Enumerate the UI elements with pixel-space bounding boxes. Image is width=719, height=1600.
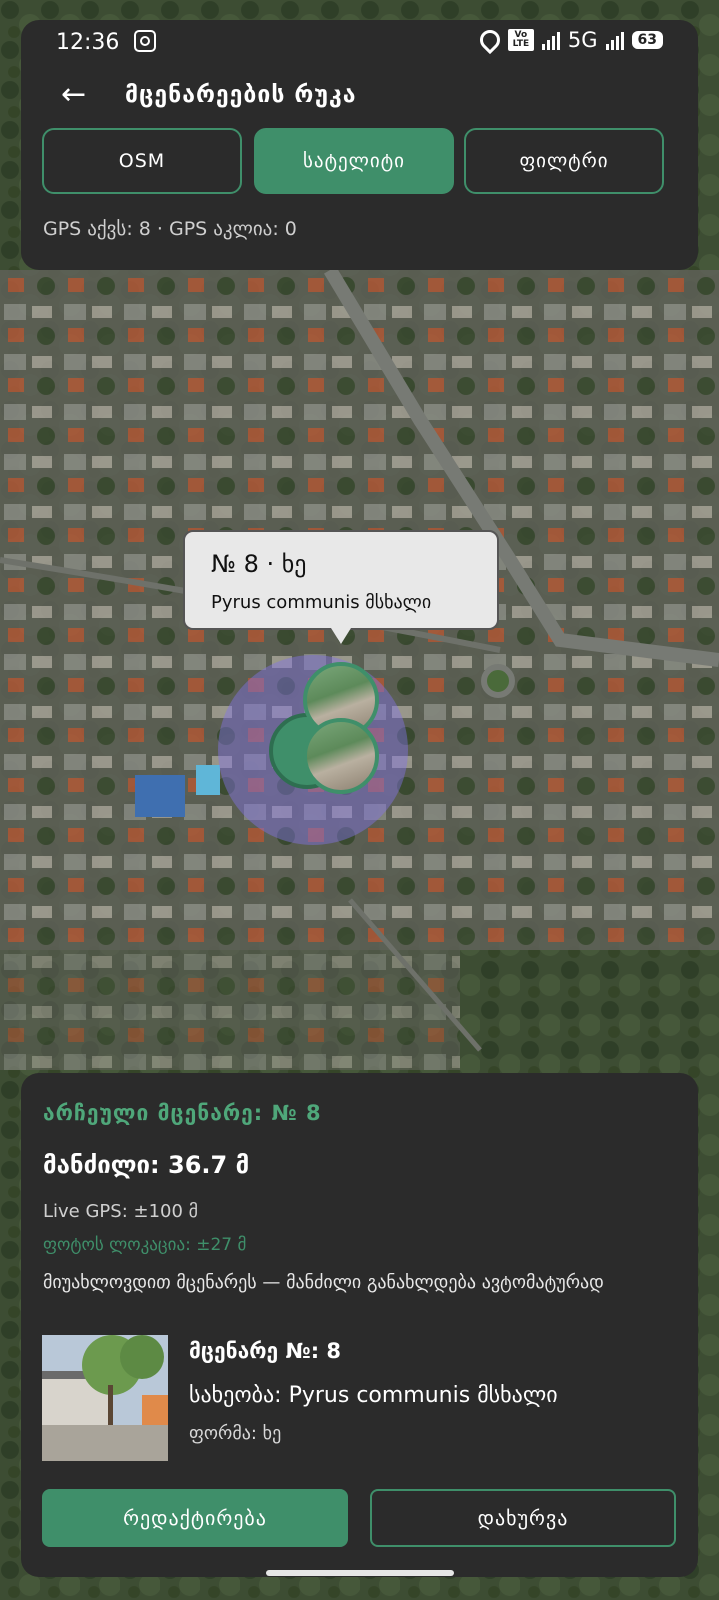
plant-form: ფორმა: ხე — [189, 1423, 282, 1444]
signal-icon — [605, 30, 624, 50]
instagram-icon — [134, 30, 156, 52]
status-time: 12:36 — [56, 30, 120, 55]
tab-filter[interactable]: ფილტრი — [464, 128, 664, 194]
status-bar: 12:36 Vo LTE 5G 63 — [0, 24, 719, 60]
network-type: 5G — [567, 28, 598, 52]
map-callout[interactable]: № 8 · ხე Pyrus communis მსხალი — [183, 530, 499, 644]
back-arrow-icon[interactable]: ← — [61, 80, 86, 110]
close-button[interactable]: დახურვა — [370, 1489, 676, 1547]
tab-osm[interactable]: OSM — [42, 128, 242, 194]
page-title: მცენარეების რუკა — [125, 82, 357, 108]
volte-icon: Vo LTE — [507, 29, 534, 51]
selected-plant-heading: არჩეული მცენარე: № 8 — [43, 1101, 322, 1125]
callout-title: № 8 · ხე — [211, 550, 307, 578]
plant-number: მცენარე №: 8 — [189, 1339, 342, 1363]
distance-hint: მიუახლოვდით მცენარეს — მანძილი განახლდებ… — [43, 1272, 604, 1293]
home-indicator[interactable] — [266, 1570, 454, 1576]
distance-value: მანძილი: 36.7 მ — [43, 1151, 250, 1179]
edit-button[interactable]: რედაქტირება — [42, 1489, 348, 1547]
plant-photo-marker[interactable] — [303, 718, 379, 794]
signal-icon — [541, 30, 560, 50]
plant-thumbnail[interactable] — [42, 1335, 168, 1461]
selected-plant-panel: არჩეული მცენარე: № 8 მანძილი: 36.7 მ Liv… — [21, 1073, 698, 1577]
battery-icon: 63 — [631, 31, 663, 49]
photo-location-accuracy: ფოტოს ლოკაცია: ±27 მ — [43, 1235, 247, 1255]
location-icon — [475, 25, 505, 55]
callout-subtitle: Pyrus communis მსხალი — [211, 592, 432, 613]
tab-satellite[interactable]: სატელიტი — [254, 128, 454, 194]
live-gps-accuracy: Live GPS: ±100 მ — [43, 1201, 199, 1222]
gps-summary: GPS აქვს: 8 · GPS აკლია: 0 — [43, 218, 297, 240]
plant-species: სახეობა: Pyrus communis მსხალი — [189, 1383, 558, 1408]
